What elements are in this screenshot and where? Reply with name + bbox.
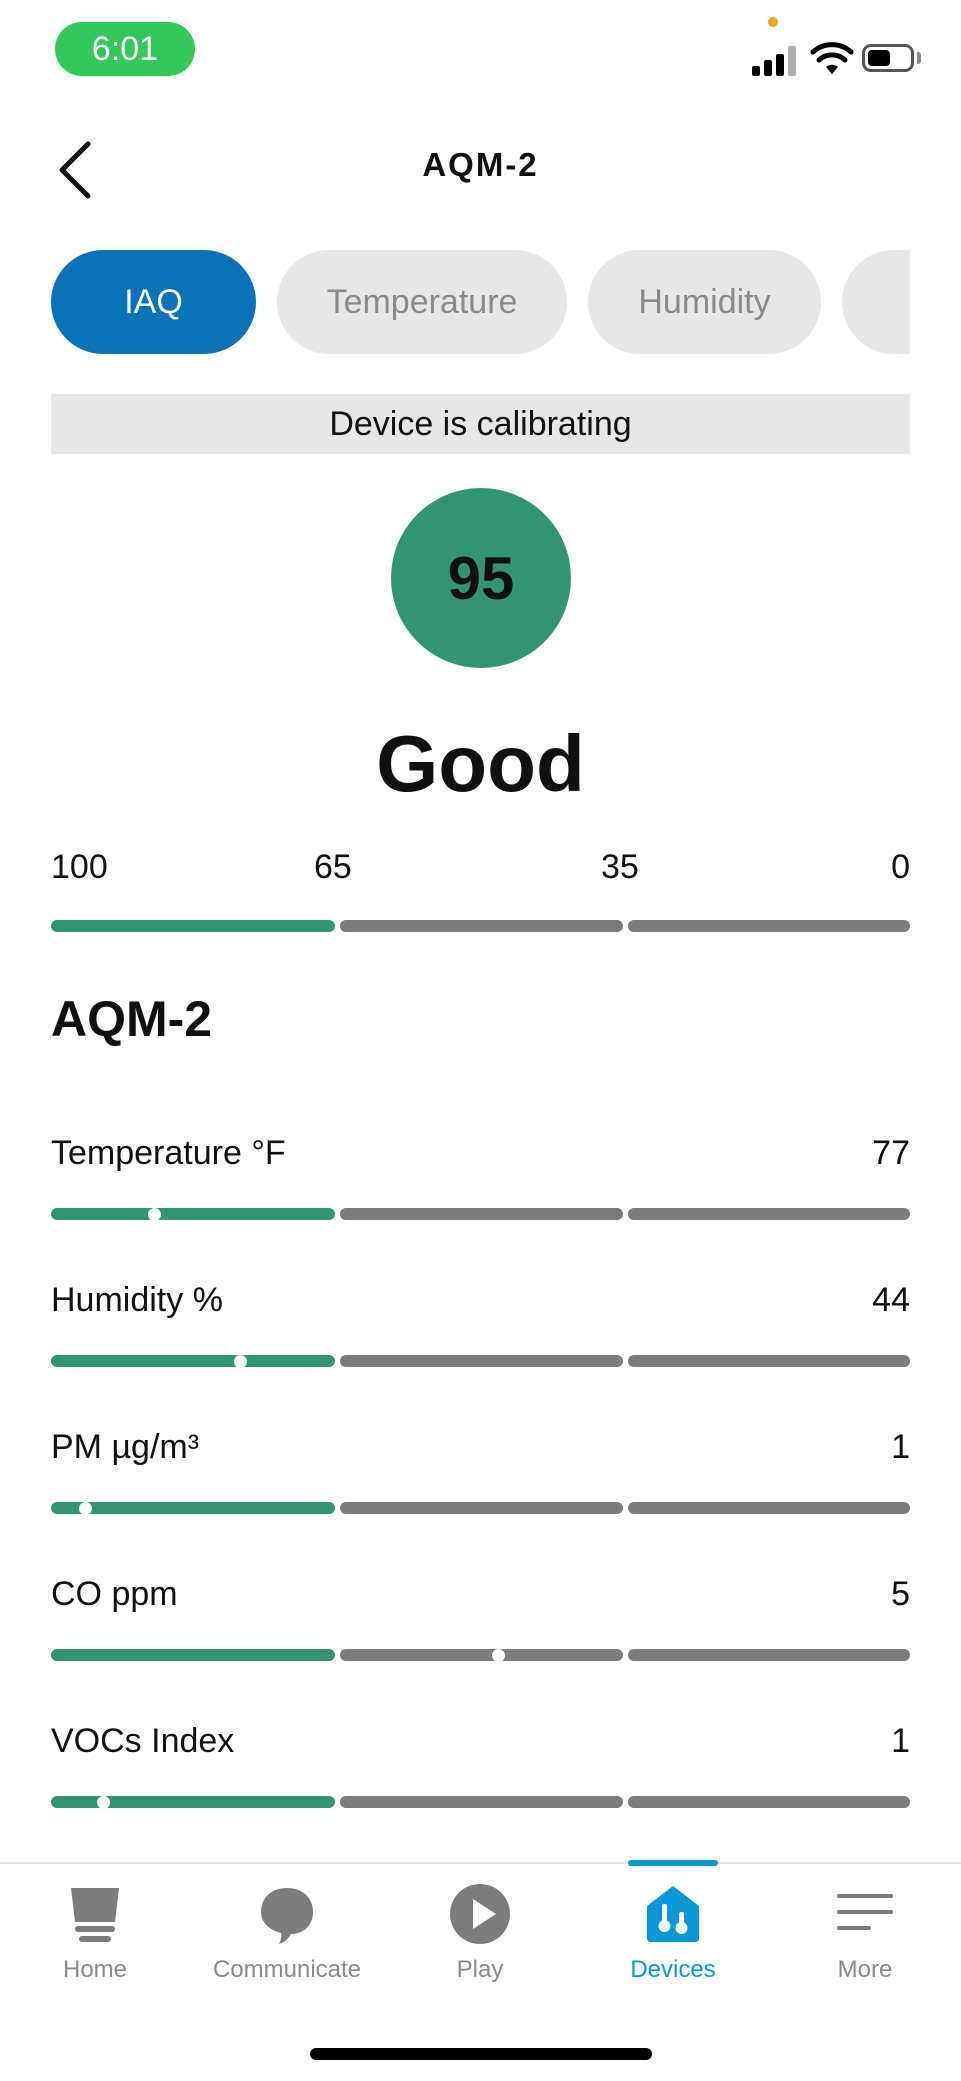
nav-active-indicator	[628, 1860, 718, 1866]
metric-marker-dot	[492, 1648, 505, 1662]
iaq-scale-segment-moderate	[340, 920, 623, 932]
nav-more-label: More	[837, 1956, 893, 1983]
home-indicator	[310, 2048, 652, 2060]
battery-cap	[917, 52, 921, 64]
privacy-indicator-dot	[768, 17, 778, 27]
metric-value: 44	[872, 1281, 910, 1319]
play-icon	[450, 1884, 510, 1944]
nav-devices[interactable]: Devices	[578, 1872, 768, 1992]
metric-range-segment	[340, 1355, 623, 1367]
devices-house-icon	[647, 1886, 699, 1942]
device-section-title: AQM-2	[51, 991, 213, 1047]
iaq-score-circle: 95	[391, 488, 571, 668]
scale-label-65: 65	[314, 848, 352, 886]
status-time: 6:01	[55, 22, 195, 76]
metric-label: PM µg/m³	[51, 1428, 200, 1466]
metric-range-segment	[340, 1502, 623, 1514]
scale-label-35: 35	[601, 848, 639, 886]
speech-bubble-icon	[261, 1888, 313, 1944]
calibration-banner: Device is calibrating	[51, 394, 910, 454]
tab-humidity[interactable]: Humidity	[588, 250, 821, 354]
menu-lines-icon	[837, 1894, 893, 1930]
metric-range-segment	[51, 1796, 335, 1808]
metric-marker-dot	[97, 1795, 110, 1809]
metric-marker-dot	[148, 1207, 161, 1221]
metric-range-segment	[51, 1502, 335, 1514]
metric-value: 77	[872, 1134, 910, 1172]
metric-range-bar	[51, 1648, 910, 1662]
nav-communicate[interactable]: Communicate	[192, 1872, 382, 1992]
tab-temperature[interactable]: Temperature	[277, 250, 567, 354]
tab-iaq[interactable]: IAQ	[51, 250, 256, 354]
metric-marker-dot	[79, 1501, 92, 1515]
metric-label: CO ppm	[51, 1575, 178, 1613]
iaq-scale-segment-good	[51, 920, 335, 932]
metric-range-segment	[628, 1649, 910, 1661]
nav-more[interactable]: More	[770, 1872, 960, 1992]
home-icon	[71, 1888, 119, 1942]
iaq-rating: Good	[376, 719, 585, 808]
metric-range-bar	[51, 1501, 910, 1515]
metric-range-segment	[340, 1796, 623, 1808]
scale-label-100: 100	[51, 848, 108, 886]
metric-range-segment	[51, 1649, 335, 1661]
cellular-signal-icon	[752, 44, 802, 76]
metric-range-segment	[628, 1502, 910, 1514]
iaq-scale-bar	[51, 920, 910, 932]
metric-range-segment	[628, 1208, 910, 1220]
metric-value: 1	[891, 1722, 910, 1760]
iaq-scale-segment-poor	[628, 920, 910, 932]
nav-play-label: Play	[456, 1956, 504, 1983]
metric-value: 1	[891, 1428, 910, 1466]
metric-range-bar	[51, 1795, 910, 1809]
metric-range-segment	[51, 1355, 335, 1367]
metric-range-segment	[340, 1208, 623, 1220]
metric-label: VOCs Index	[51, 1722, 235, 1760]
metric-value: 5	[891, 1575, 910, 1613]
metric-range-segment	[628, 1355, 910, 1367]
nav-home[interactable]: Home	[0, 1872, 190, 1992]
metric-marker-dot	[234, 1354, 247, 1368]
tab-partial-offscreen[interactable]	[842, 250, 910, 354]
page-title: AQM-2	[422, 146, 539, 183]
metric-range-bar	[51, 1207, 910, 1221]
metric-range-bar	[51, 1354, 910, 1368]
nav-communicate-label: Communicate	[212, 1956, 362, 1983]
nav-devices-label: Devices	[630, 1956, 716, 1983]
wifi-icon	[810, 42, 854, 74]
battery-icon	[862, 44, 914, 72]
metric-range-segment	[340, 1649, 623, 1661]
nav-divider	[0, 1862, 961, 1864]
nav-play[interactable]: Play	[385, 1872, 575, 1992]
scale-label-0: 0	[891, 848, 910, 886]
nav-home-label: Home	[62, 1956, 128, 1983]
metric-label: Humidity %	[51, 1281, 223, 1319]
metric-range-segment	[628, 1796, 910, 1808]
metric-range-segment	[51, 1208, 335, 1220]
metric-label: Temperature °F	[51, 1134, 286, 1172]
